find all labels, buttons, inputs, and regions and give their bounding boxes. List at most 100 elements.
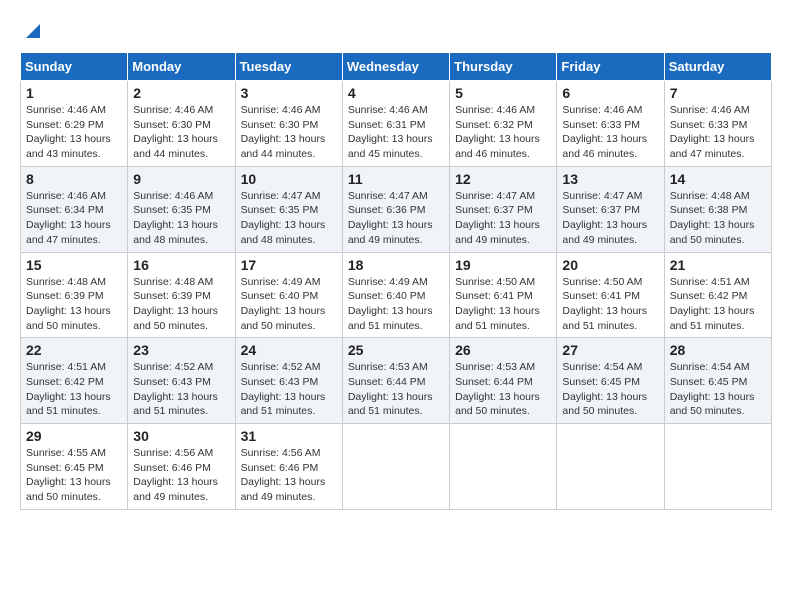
day-info: Sunrise: 4:47 AM Sunset: 6:37 PM Dayligh… [562, 189, 658, 248]
calendar-day-cell: 3 Sunrise: 4:46 AM Sunset: 6:30 PM Dayli… [235, 81, 342, 167]
calendar-header-monday: Monday [128, 53, 235, 81]
calendar-day-cell: 29 Sunrise: 4:55 AM Sunset: 6:45 PM Dayl… [21, 424, 128, 510]
calendar-day-cell: 30 Sunrise: 4:56 AM Sunset: 6:46 PM Dayl… [128, 424, 235, 510]
calendar-header-thursday: Thursday [450, 53, 557, 81]
calendar-day-cell: 27 Sunrise: 4:54 AM Sunset: 6:45 PM Dayl… [557, 338, 664, 424]
calendar-day-cell: 22 Sunrise: 4:51 AM Sunset: 6:42 PM Dayl… [21, 338, 128, 424]
day-info: Sunrise: 4:49 AM Sunset: 6:40 PM Dayligh… [348, 275, 444, 334]
day-info: Sunrise: 4:46 AM Sunset: 6:33 PM Dayligh… [562, 103, 658, 162]
calendar-day-cell: 9 Sunrise: 4:46 AM Sunset: 6:35 PM Dayli… [128, 166, 235, 252]
day-number: 3 [241, 85, 337, 101]
day-number: 15 [26, 257, 122, 273]
day-number: 7 [670, 85, 766, 101]
calendar-day-cell: 20 Sunrise: 4:50 AM Sunset: 6:41 PM Dayl… [557, 252, 664, 338]
day-number: 10 [241, 171, 337, 187]
calendar-day-cell: 23 Sunrise: 4:52 AM Sunset: 6:43 PM Dayl… [128, 338, 235, 424]
calendar-day-cell: 18 Sunrise: 4:49 AM Sunset: 6:40 PM Dayl… [342, 252, 449, 338]
calendar-day-cell: 17 Sunrise: 4:49 AM Sunset: 6:40 PM Dayl… [235, 252, 342, 338]
day-info: Sunrise: 4:53 AM Sunset: 6:44 PM Dayligh… [455, 360, 551, 419]
calendar-day-cell: 12 Sunrise: 4:47 AM Sunset: 6:37 PM Dayl… [450, 166, 557, 252]
calendar-header-wednesday: Wednesday [342, 53, 449, 81]
day-number: 25 [348, 342, 444, 358]
day-number: 8 [26, 171, 122, 187]
calendar-day-cell: 13 Sunrise: 4:47 AM Sunset: 6:37 PM Dayl… [557, 166, 664, 252]
calendar-day-cell: 6 Sunrise: 4:46 AM Sunset: 6:33 PM Dayli… [557, 81, 664, 167]
day-info: Sunrise: 4:46 AM Sunset: 6:35 PM Dayligh… [133, 189, 229, 248]
day-number: 26 [455, 342, 551, 358]
day-info: Sunrise: 4:47 AM Sunset: 6:37 PM Dayligh… [455, 189, 551, 248]
calendar-day-cell: 24 Sunrise: 4:52 AM Sunset: 6:43 PM Dayl… [235, 338, 342, 424]
calendar-day-cell [557, 424, 664, 510]
calendar-header-friday: Friday [557, 53, 664, 81]
day-number: 5 [455, 85, 551, 101]
calendar-day-cell: 8 Sunrise: 4:46 AM Sunset: 6:34 PM Dayli… [21, 166, 128, 252]
day-info: Sunrise: 4:54 AM Sunset: 6:45 PM Dayligh… [562, 360, 658, 419]
calendar-day-cell: 21 Sunrise: 4:51 AM Sunset: 6:42 PM Dayl… [664, 252, 771, 338]
day-info: Sunrise: 4:56 AM Sunset: 6:46 PM Dayligh… [133, 446, 229, 505]
day-number: 2 [133, 85, 229, 101]
calendar-day-cell [664, 424, 771, 510]
day-info: Sunrise: 4:50 AM Sunset: 6:41 PM Dayligh… [455, 275, 551, 334]
day-number: 27 [562, 342, 658, 358]
day-info: Sunrise: 4:52 AM Sunset: 6:43 PM Dayligh… [241, 360, 337, 419]
calendar-day-cell: 16 Sunrise: 4:48 AM Sunset: 6:39 PM Dayl… [128, 252, 235, 338]
day-info: Sunrise: 4:48 AM Sunset: 6:39 PM Dayligh… [133, 275, 229, 334]
calendar-header-saturday: Saturday [664, 53, 771, 81]
day-info: Sunrise: 4:48 AM Sunset: 6:39 PM Dayligh… [26, 275, 122, 334]
calendar-table: SundayMondayTuesdayWednesdayThursdayFrid… [20, 52, 772, 510]
day-number: 1 [26, 85, 122, 101]
calendar-week-row: 15 Sunrise: 4:48 AM Sunset: 6:39 PM Dayl… [21, 252, 772, 338]
day-number: 20 [562, 257, 658, 273]
calendar-day-cell: 7 Sunrise: 4:46 AM Sunset: 6:33 PM Dayli… [664, 81, 771, 167]
calendar-day-cell: 19 Sunrise: 4:50 AM Sunset: 6:41 PM Dayl… [450, 252, 557, 338]
day-info: Sunrise: 4:48 AM Sunset: 6:38 PM Dayligh… [670, 189, 766, 248]
calendar-header-tuesday: Tuesday [235, 53, 342, 81]
day-number: 19 [455, 257, 551, 273]
calendar-day-cell [342, 424, 449, 510]
day-number: 21 [670, 257, 766, 273]
day-info: Sunrise: 4:46 AM Sunset: 6:33 PM Dayligh… [670, 103, 766, 162]
day-number: 14 [670, 171, 766, 187]
calendar-day-cell: 1 Sunrise: 4:46 AM Sunset: 6:29 PM Dayli… [21, 81, 128, 167]
day-info: Sunrise: 4:46 AM Sunset: 6:34 PM Dayligh… [26, 189, 122, 248]
calendar-day-cell: 26 Sunrise: 4:53 AM Sunset: 6:44 PM Dayl… [450, 338, 557, 424]
day-number: 12 [455, 171, 551, 187]
day-info: Sunrise: 4:46 AM Sunset: 6:30 PM Dayligh… [133, 103, 229, 162]
calendar-week-row: 8 Sunrise: 4:46 AM Sunset: 6:34 PM Dayli… [21, 166, 772, 252]
calendar-week-row: 29 Sunrise: 4:55 AM Sunset: 6:45 PM Dayl… [21, 424, 772, 510]
page-header [20, 20, 772, 42]
day-info: Sunrise: 4:49 AM Sunset: 6:40 PM Dayligh… [241, 275, 337, 334]
day-number: 18 [348, 257, 444, 273]
day-info: Sunrise: 4:52 AM Sunset: 6:43 PM Dayligh… [133, 360, 229, 419]
calendar-body: 1 Sunrise: 4:46 AM Sunset: 6:29 PM Dayli… [21, 81, 772, 510]
calendar-day-cell: 10 Sunrise: 4:47 AM Sunset: 6:35 PM Dayl… [235, 166, 342, 252]
day-number: 17 [241, 257, 337, 273]
day-info: Sunrise: 4:46 AM Sunset: 6:30 PM Dayligh… [241, 103, 337, 162]
calendar-week-row: 1 Sunrise: 4:46 AM Sunset: 6:29 PM Dayli… [21, 81, 772, 167]
calendar-week-row: 22 Sunrise: 4:51 AM Sunset: 6:42 PM Dayl… [21, 338, 772, 424]
day-info: Sunrise: 4:50 AM Sunset: 6:41 PM Dayligh… [562, 275, 658, 334]
day-info: Sunrise: 4:53 AM Sunset: 6:44 PM Dayligh… [348, 360, 444, 419]
day-number: 16 [133, 257, 229, 273]
day-info: Sunrise: 4:51 AM Sunset: 6:42 PM Dayligh… [670, 275, 766, 334]
day-info: Sunrise: 4:55 AM Sunset: 6:45 PM Dayligh… [26, 446, 122, 505]
day-number: 6 [562, 85, 658, 101]
logo [20, 20, 44, 42]
calendar-day-cell: 11 Sunrise: 4:47 AM Sunset: 6:36 PM Dayl… [342, 166, 449, 252]
day-number: 30 [133, 428, 229, 444]
logo-arrow-icon [22, 20, 44, 42]
day-info: Sunrise: 4:46 AM Sunset: 6:31 PM Dayligh… [348, 103, 444, 162]
day-number: 22 [26, 342, 122, 358]
calendar-day-cell: 5 Sunrise: 4:46 AM Sunset: 6:32 PM Dayli… [450, 81, 557, 167]
day-info: Sunrise: 4:47 AM Sunset: 6:36 PM Dayligh… [348, 189, 444, 248]
calendar-day-cell: 2 Sunrise: 4:46 AM Sunset: 6:30 PM Dayli… [128, 81, 235, 167]
calendar-header-sunday: Sunday [21, 53, 128, 81]
calendar-day-cell: 15 Sunrise: 4:48 AM Sunset: 6:39 PM Dayl… [21, 252, 128, 338]
calendar-day-cell [450, 424, 557, 510]
day-info: Sunrise: 4:46 AM Sunset: 6:29 PM Dayligh… [26, 103, 122, 162]
day-number: 23 [133, 342, 229, 358]
day-number: 28 [670, 342, 766, 358]
day-number: 31 [241, 428, 337, 444]
day-number: 24 [241, 342, 337, 358]
day-info: Sunrise: 4:56 AM Sunset: 6:46 PM Dayligh… [241, 446, 337, 505]
